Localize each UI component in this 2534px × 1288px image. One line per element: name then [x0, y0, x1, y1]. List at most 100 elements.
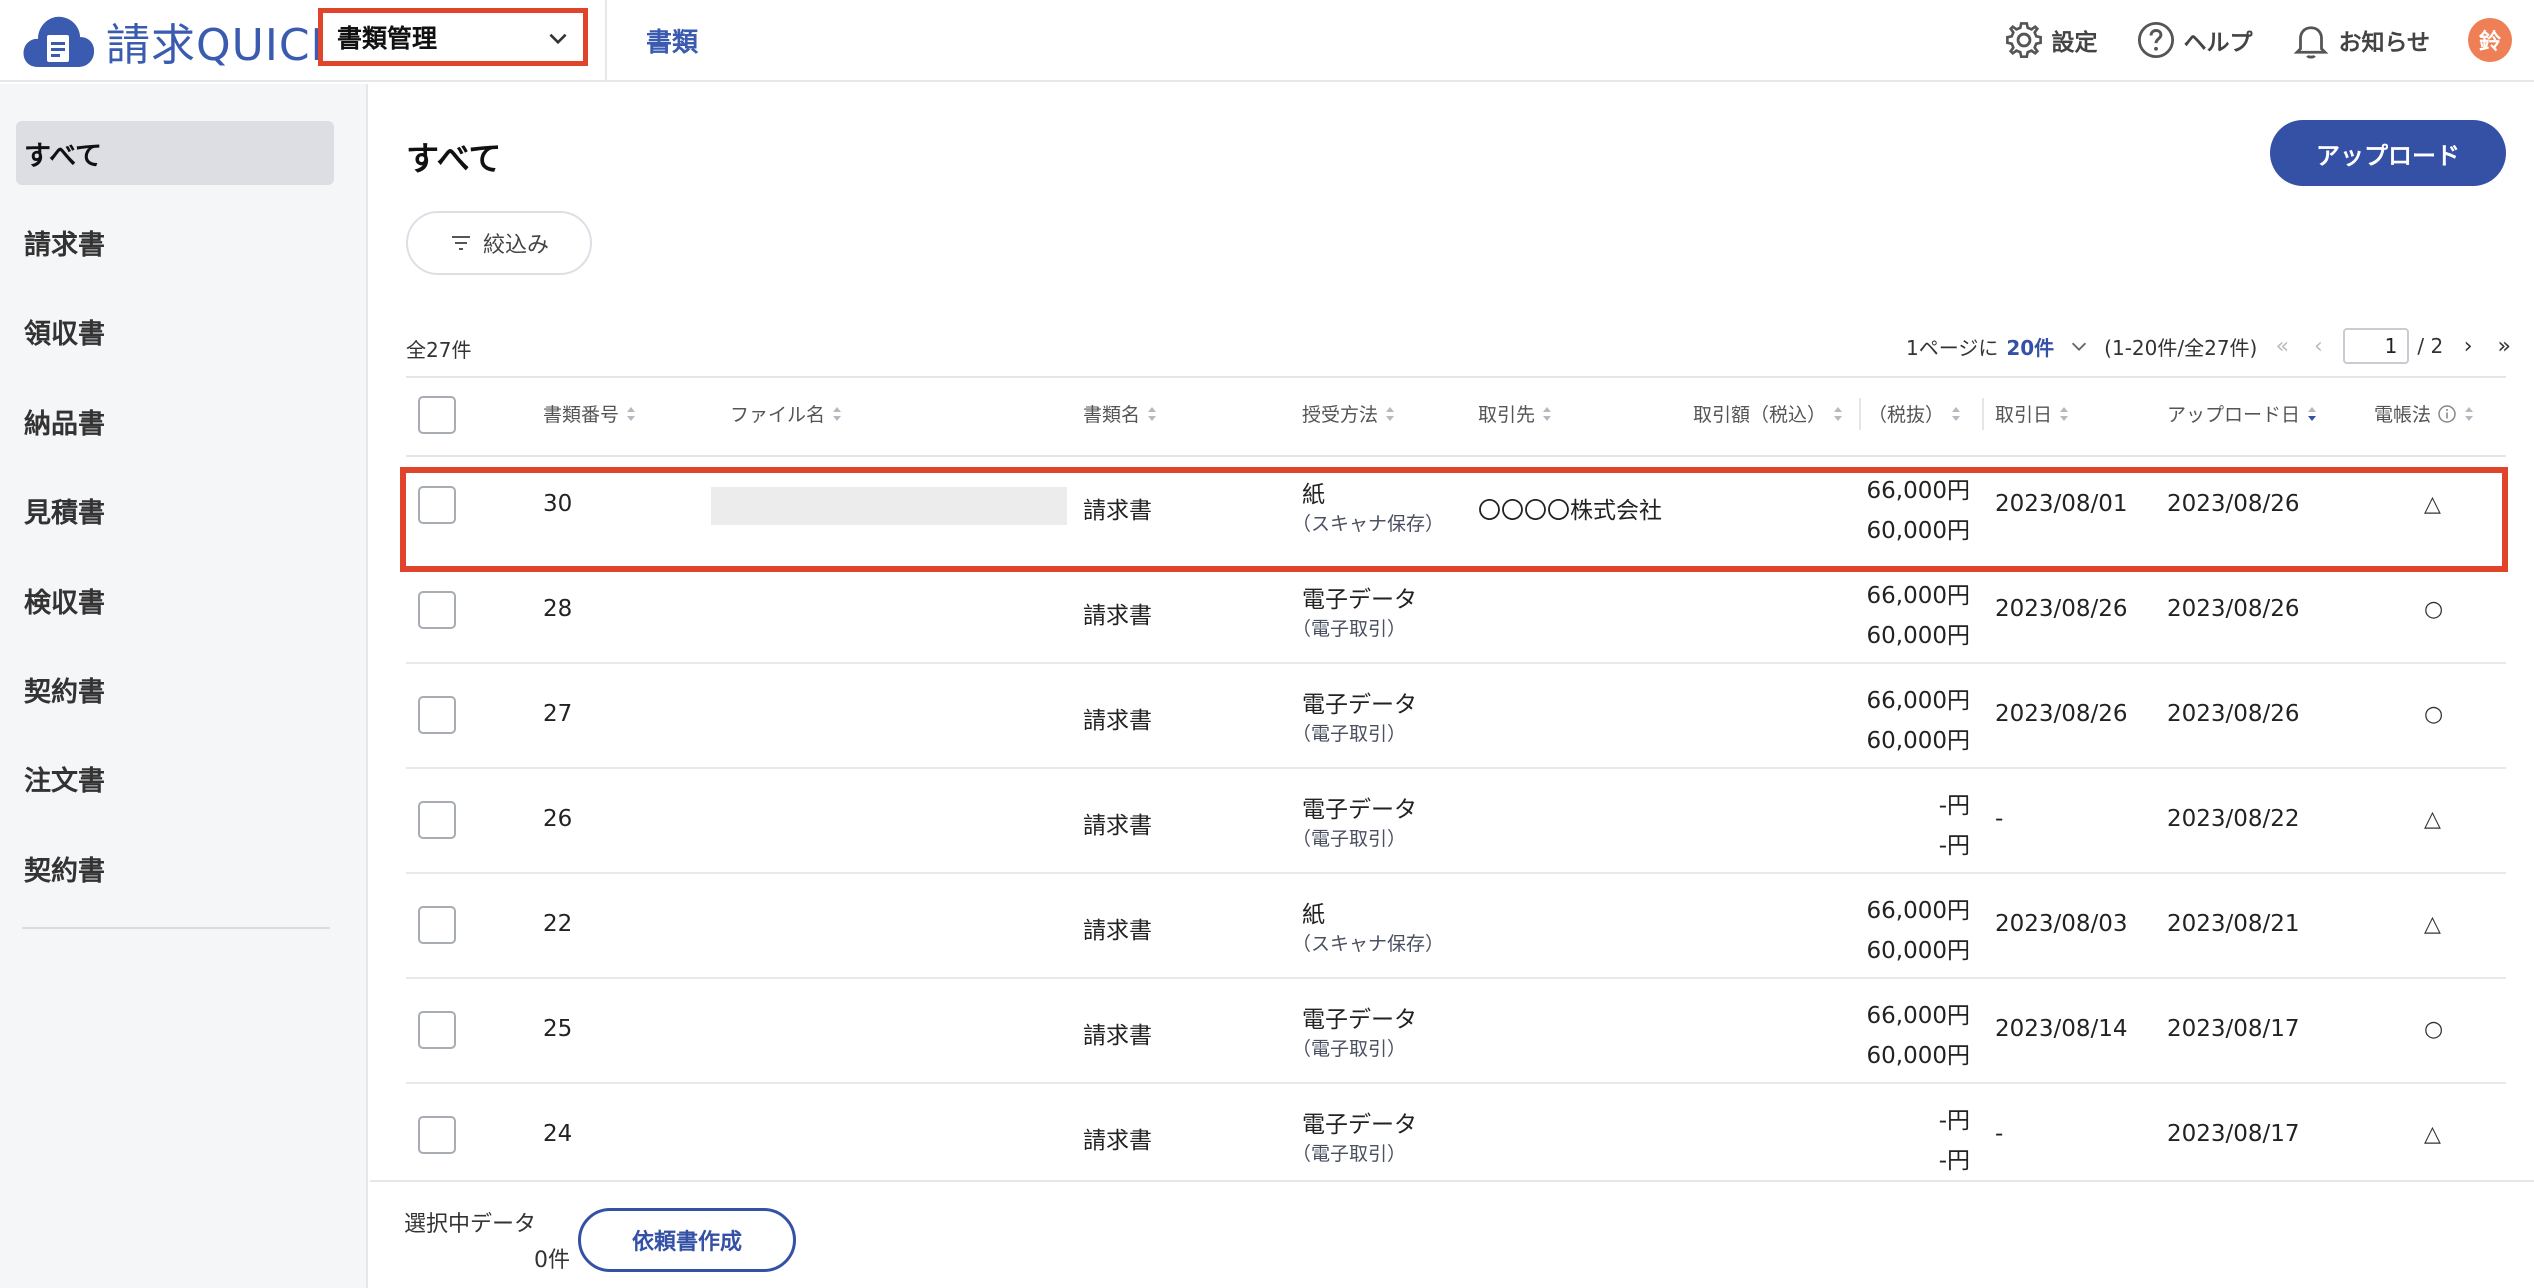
help-link[interactable]: ヘルプ [2135, 19, 2252, 61]
col-header-trade-date-label: 取引日 [1995, 404, 2053, 426]
sort-icon [1543, 406, 1552, 421]
col-header-method-label: 授受方法 [1302, 404, 1379, 426]
per-page-select[interactable]: 20件 [2006, 332, 2054, 361]
logo-text: 請求QUICK [106, 20, 341, 71]
col-header-amount-notax[interactable]: （税抜） [1868, 400, 1962, 427]
cell-amount-notax: -円 [1938, 1148, 1970, 1174]
page-number-input[interactable] [2343, 328, 2410, 364]
page-range: (1-20件/全27件) [2104, 335, 2258, 360]
cell-doc-type: 請求書 [1083, 708, 1152, 734]
cell-method-sub: （電子取引） [1292, 723, 1407, 745]
col-header-partner-label: 取引先 [1478, 404, 1536, 426]
file-name-redacted [711, 487, 1067, 525]
col-header-doc-type[interactable]: 書類名 [1083, 400, 1158, 427]
notifications-link[interactable]: お知らせ [2290, 19, 2430, 61]
per-page-prefix: 1ページに [1906, 335, 1999, 360]
cell-amount-notax: 60,000円 [1866, 728, 1970, 754]
prev-page-icon[interactable]: ‹ [2307, 334, 2329, 359]
sort-icon [2465, 406, 2474, 421]
total-count: 全27件 [406, 338, 472, 362]
col-header-partner[interactable]: 取引先 [1478, 400, 1553, 427]
cell-doc-type: 請求書 [1083, 918, 1152, 944]
info-icon[interactable] [2437, 404, 2457, 424]
select-all-checkbox[interactable] [418, 396, 456, 434]
col-header-number-label: 書類番号 [543, 404, 620, 426]
cell-number: 24 [543, 1121, 573, 1147]
cell-trade-date: 2023/08/26 [1995, 596, 2128, 622]
selected-data-label: 選択中データ [404, 1212, 537, 1237]
cell-upload-date: 2023/08/21 [2167, 911, 2300, 937]
row-checkbox[interactable] [418, 591, 456, 629]
filter-icon [451, 236, 470, 250]
cell-doc-type: 請求書 [1083, 813, 1152, 839]
cell-dencho: △ [2424, 492, 2441, 517]
sidebar-item-contract[interactable]: 契約書 [16, 657, 334, 721]
first-page-icon[interactable]: « [2271, 334, 2293, 359]
next-page-icon[interactable]: › [2457, 334, 2479, 359]
col-header-amount-tax[interactable]: 取引額（税込） [1693, 400, 1844, 427]
col-header-trade-date[interactable]: 取引日 [1995, 400, 2070, 427]
sidebar-item-invoice[interactable]: 請求書 [16, 210, 334, 274]
row-checkbox[interactable] [418, 906, 456, 944]
filter-button[interactable]: 絞込み [406, 211, 592, 275]
sort-icon [1148, 406, 1157, 421]
col-header-dencho[interactable]: 電帳法 [2374, 400, 2475, 427]
cell-method-sub: （電子取引） [1292, 1038, 1407, 1060]
cell-number: 22 [543, 911, 573, 937]
cell-amount-tax: 66,000円 [1866, 898, 1970, 924]
app-logo[interactable]: 請求QUICK [20, 10, 340, 72]
col-separator [1859, 398, 1861, 430]
cell-method: 紙 [1302, 482, 1325, 508]
cell-method-sub: （スキャナ保存） [1292, 933, 1445, 955]
sidebar-item-order[interactable]: 注文書 [16, 746, 334, 810]
total-pages: / 2 [2417, 334, 2444, 358]
sidebar-item-inspection[interactable]: 検収書 [16, 568, 334, 632]
cell-trade-date: 2023/08/03 [1995, 911, 2128, 937]
row-checkbox[interactable] [418, 486, 456, 524]
cell-method: 電子データ [1302, 587, 1417, 613]
row-checkbox[interactable] [418, 801, 456, 839]
module-select-label: 書類管理 [337, 24, 438, 53]
filter-label: 絞込み [482, 233, 549, 258]
top-header: 請求QUICK 書類管理 書類 設定 ヘルプ お知らせ 鈴 [0, 0, 2534, 82]
col-header-file-label: ファイル名 [730, 404, 826, 426]
module-select[interactable]: 書類管理 [318, 8, 588, 66]
col-separator [1982, 398, 1984, 430]
row-checkbox[interactable] [418, 1011, 456, 1049]
help-circle-icon [2138, 21, 2175, 59]
create-request-button[interactable]: 依頼書作成 [578, 1208, 796, 1272]
row-checkbox[interactable] [418, 1116, 456, 1154]
cell-number: 30 [543, 491, 573, 517]
table-top-border [406, 376, 2506, 378]
col-header-number[interactable]: 書類番号 [543, 400, 637, 427]
user-avatar[interactable]: 鈴 [2468, 18, 2512, 62]
sort-icon [1834, 406, 1843, 421]
col-header-upload-date[interactable]: アップロード日 [2167, 400, 2318, 427]
cell-upload-date: 2023/08/17 [2167, 1121, 2300, 1147]
cell-doc-type: 請求書 [1083, 1128, 1152, 1154]
cell-number: 28 [543, 596, 573, 622]
sidebar-item-delivery[interactable]: 納品書 [16, 389, 334, 453]
notifications-label: お知らせ [2338, 30, 2430, 56]
last-page-icon[interactable]: » [2493, 334, 2515, 359]
col-header-method[interactable]: 授受方法 [1302, 400, 1396, 427]
sidebar-item-quotation[interactable]: 見積書 [16, 478, 334, 542]
col-header-dencho-label: 電帳法 [2374, 404, 2432, 426]
sidebar-item-contract-2[interactable]: 契約書 [16, 836, 334, 900]
cell-partner: 〇〇〇〇株式会社 [1478, 498, 1662, 524]
sidebar-divider [22, 927, 330, 929]
header-divider [605, 0, 607, 82]
settings-link[interactable]: 設定 [2003, 19, 2097, 61]
col-header-file[interactable]: ファイル名 [730, 400, 843, 427]
tab-documents[interactable]: 書類 [646, 22, 698, 59]
cell-method-sub: （電子取引） [1292, 828, 1407, 850]
sort-icon [627, 406, 636, 421]
selected-data-count: 0件 [534, 1248, 570, 1273]
selection-footer: 選択中データ 0件 依頼書作成 [370, 1180, 2534, 1288]
upload-button[interactable]: アップロード [2270, 120, 2506, 186]
sidebar-item-receipt[interactable]: 領収書 [16, 299, 334, 363]
sidebar-item-all[interactable]: すべて [16, 121, 334, 185]
chevron-down-icon[interactable] [2068, 335, 2090, 357]
cell-method: 電子データ [1302, 797, 1417, 823]
row-checkbox[interactable] [418, 696, 456, 734]
